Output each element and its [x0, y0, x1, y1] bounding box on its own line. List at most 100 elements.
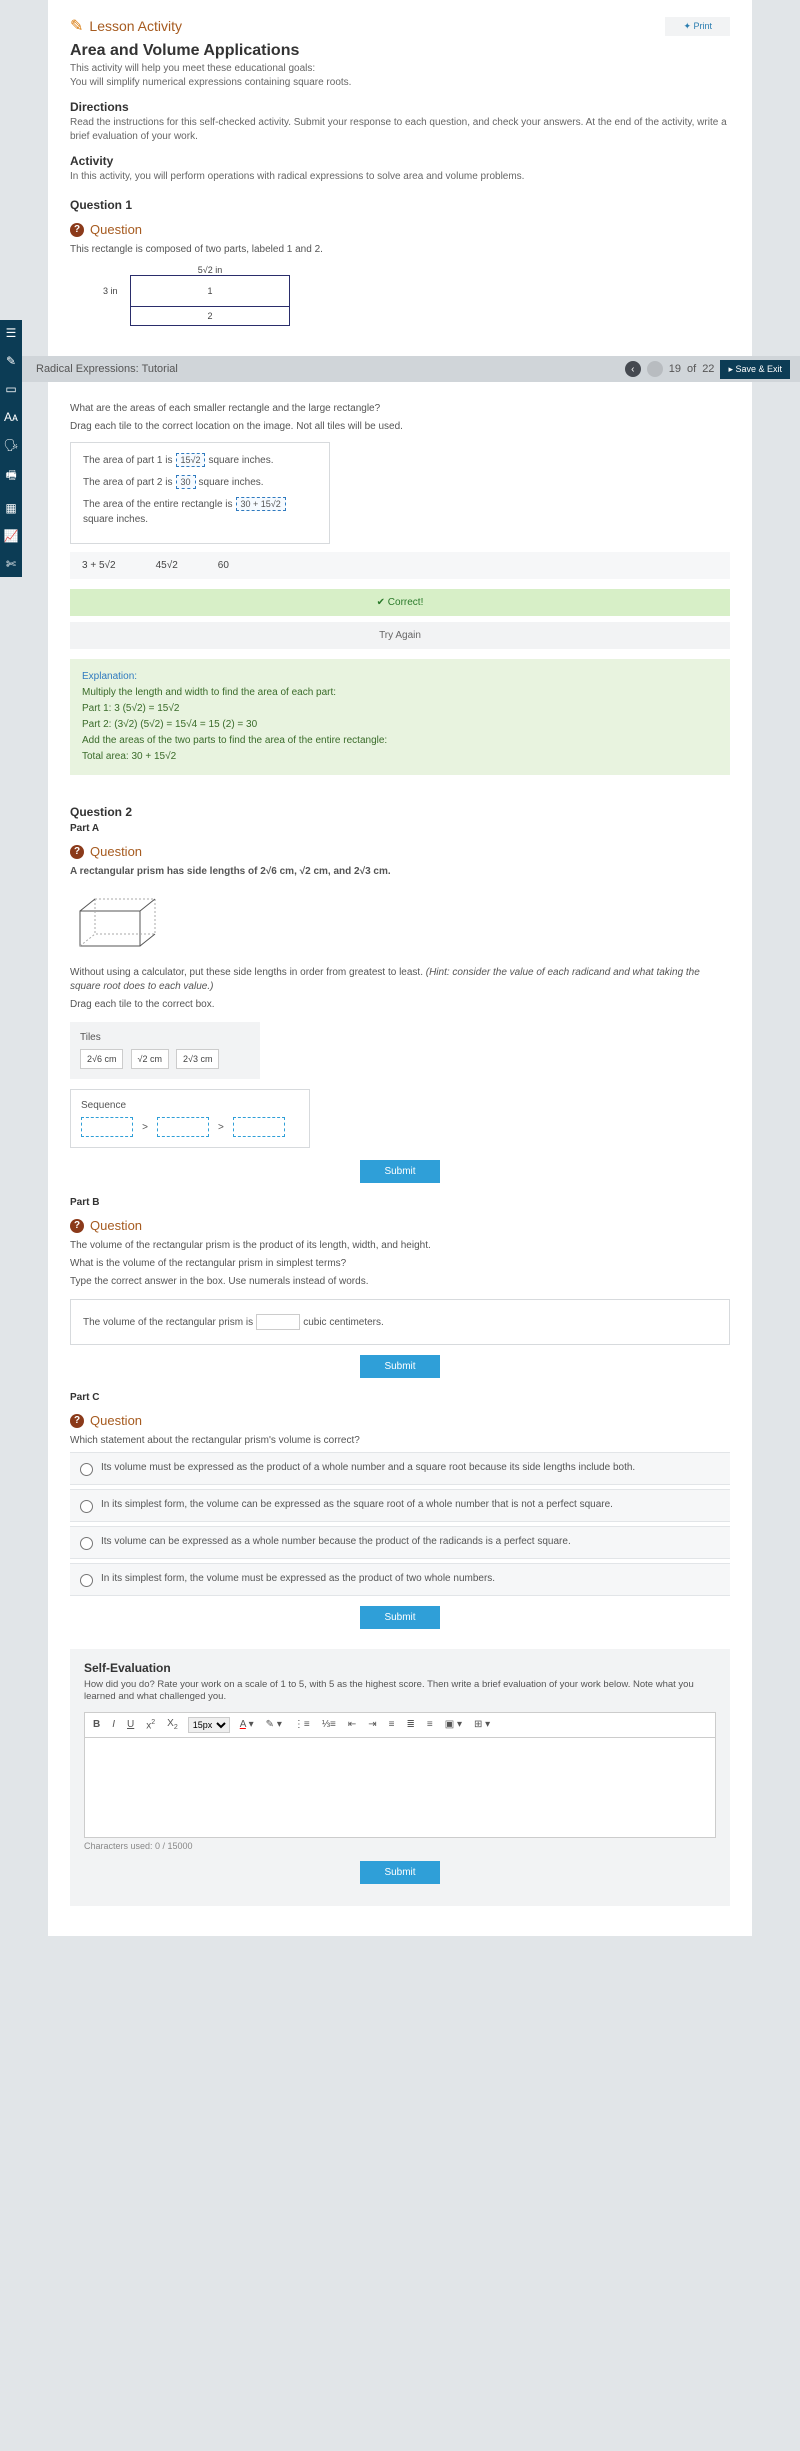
radio-3[interactable] [80, 1537, 93, 1550]
lesson-activity-label: Lesson Activity [89, 18, 182, 34]
drop-slot-2[interactable] [157, 1117, 209, 1137]
part-c-label: Part C [70, 1392, 730, 1403]
mc-option-4[interactable]: In its simplest form, the volume must be… [70, 1563, 730, 1596]
bold-button[interactable]: B [91, 1719, 102, 1730]
calc-icon[interactable]: ▦ [5, 501, 16, 515]
q2b-line-1: The volume of the rectangular prism is t… [70, 1239, 730, 1253]
char-count: Characters used: 0 / 15000 [84, 1841, 716, 1851]
toc-icon[interactable]: ☰ [6, 326, 17, 340]
q1-intro: This rectangle is composed of two parts,… [70, 243, 730, 257]
align-left-button[interactable]: ≡ [387, 1719, 397, 1730]
self-evaluation-section: Self-Evaluation How did you do? Rate you… [70, 1649, 730, 1906]
tile-b[interactable]: 45√2 [156, 560, 178, 571]
q2a-intro: A rectangular prism has side lengths of … [70, 865, 730, 879]
q2a-body-1: Without using a calculator, put these si… [70, 966, 730, 994]
page-of: of [687, 363, 696, 375]
volume-input[interactable] [256, 1314, 300, 1330]
question-mark-icon: ? [70, 1219, 84, 1233]
text-icon[interactable]: Aᴀ [4, 410, 18, 424]
answer-box: The area of part 1 is 15√2 square inches… [70, 442, 330, 544]
answer-chip-1[interactable]: 15√2 [176, 453, 206, 467]
mc-option-3[interactable]: Its volume can be expressed as a whole n… [70, 1526, 730, 1559]
tile-c[interactable]: 60 [218, 560, 229, 571]
activity-body: In this activity, you will perform opera… [70, 170, 730, 184]
q1-prompt-2: Drag each tile to the correct location o… [70, 420, 730, 434]
number-list-button[interactable]: ⅓≡ [320, 1719, 338, 1730]
underline-button[interactable]: U [125, 1719, 136, 1730]
radio-4[interactable] [80, 1574, 93, 1587]
tile-2[interactable]: √2 cm [131, 1049, 169, 1069]
page-total: 22 [702, 363, 714, 375]
audio-icon[interactable]: 🗣 [3, 438, 18, 452]
tile-3[interactable]: 2√3 cm [176, 1049, 219, 1069]
question-label: Question [90, 1413, 142, 1428]
subscript-button[interactable]: X2 [165, 1718, 180, 1731]
bullet-list-button[interactable]: ⋮≡ [292, 1719, 312, 1730]
highlight-button[interactable]: ✎ ▾ [264, 1719, 284, 1730]
diagram-part-1: 1 [207, 286, 212, 296]
indent-button[interactable]: ⇥ [366, 1719, 378, 1730]
answer-chip-3[interactable]: 30 + 15√2 [236, 497, 286, 511]
tile-bank: 3 + 5√2 45√2 60 [70, 552, 730, 579]
prev-page-button[interactable]: ‹ [625, 361, 641, 377]
tile-a[interactable]: 3 + 5√2 [82, 560, 116, 571]
diagram-part-2: 2 [207, 311, 212, 321]
mc-option-1[interactable]: Its volume must be expressed as the prod… [70, 1452, 730, 1485]
q2b-line-2: What is the volume of the rectangular pr… [70, 1257, 730, 1271]
side-navigation: ☰ ✎ ▭ Aᴀ 🗣 🖷 ▦ 📈 ✄ [0, 320, 22, 577]
explanation-box: Explanation: Multiply the length and wid… [70, 659, 730, 775]
question-label: Question [90, 844, 142, 859]
pencil-icon: ✎ [70, 16, 83, 36]
q1-prompt-1: What are the areas of each smaller recta… [70, 402, 730, 416]
tiles-zone: Tiles 2√6 cm √2 cm 2√3 cm [70, 1022, 260, 1079]
mc-option-2[interactable]: In its simplest form, the volume can be … [70, 1489, 730, 1522]
part-a-label: Part A [70, 823, 730, 834]
fontsize-select[interactable]: 15px [188, 1717, 230, 1733]
superscript-button[interactable]: x2 [144, 1719, 157, 1731]
outdent-button[interactable]: ⇤ [346, 1719, 358, 1730]
editor-toolbar: B I U x2 X2 15px A ▾ ✎ ▾ ⋮≡ ⅓≡ ⇤ ⇥ ≡ ≣ ≡… [84, 1712, 716, 1738]
try-again-button[interactable]: Try Again [70, 622, 730, 649]
editor-textarea[interactable] [84, 1738, 716, 1838]
graph-icon[interactable]: 📈 [4, 529, 19, 543]
save-exit-button[interactable]: ▸ Save & Exit [720, 360, 790, 379]
directions-heading: Directions [70, 100, 730, 114]
insert-image-button[interactable]: ▣ ▾ [443, 1719, 464, 1730]
tutorial-title: Radical Expressions: Tutorial [36, 363, 178, 375]
radio-2[interactable] [80, 1500, 93, 1513]
submit-button-b[interactable]: Submit [360, 1355, 439, 1378]
drop-slot-3[interactable] [233, 1117, 285, 1137]
correct-feedback: ✔ Correct! [70, 589, 730, 616]
activity-title: Area and Volume Applications [70, 42, 730, 60]
submit-button-a[interactable]: Submit [360, 1160, 439, 1183]
tutorial-header-bar: Radical Expressions: Tutorial ‹ 19 of 22… [0, 356, 800, 382]
directions-body: Read the instructions for this self-chec… [70, 116, 730, 144]
insert-table-button[interactable]: ⊞ ▾ [472, 1719, 492, 1730]
submit-button-selfeval[interactable]: Submit [360, 1861, 439, 1884]
prism-diagram [70, 891, 170, 951]
submit-button-c[interactable]: Submit [360, 1606, 439, 1629]
fontcolor-button[interactable]: A ▾ [238, 1719, 256, 1730]
radio-1[interactable] [80, 1463, 93, 1476]
print-icon[interactable]: 🖷 [5, 466, 16, 487]
goals-text: This activity will help you meet these e… [70, 62, 730, 90]
tile-1[interactable]: 2√6 cm [80, 1049, 123, 1069]
question-2-heading: Question 2 [70, 805, 730, 819]
align-right-button[interactable]: ≡ [425, 1719, 435, 1730]
folder-icon[interactable]: ▭ [5, 382, 16, 396]
answer-chip-2[interactable]: 30 [176, 475, 196, 489]
self-eval-heading: Self-Evaluation [84, 1661, 716, 1675]
volume-input-box: The volume of the rectangular prism is c… [70, 1299, 730, 1345]
tools-icon[interactable]: ✄ [6, 557, 16, 571]
question-label: Question [90, 222, 142, 237]
italic-button[interactable]: I [110, 1719, 117, 1730]
self-eval-instructions: How did you do? Rate your work on a scal… [84, 1679, 716, 1704]
print-button[interactable]: ✦ Print [665, 17, 730, 36]
align-center-button[interactable]: ≣ [405, 1719, 417, 1730]
next-page-button[interactable] [647, 361, 663, 377]
question-mark-icon: ? [70, 223, 84, 237]
drop-slot-1[interactable] [81, 1117, 133, 1137]
question-mark-icon: ? [70, 845, 84, 859]
edit-icon[interactable]: ✎ [6, 354, 16, 368]
q2c-prompt: Which statement about the rectangular pr… [70, 1434, 730, 1448]
